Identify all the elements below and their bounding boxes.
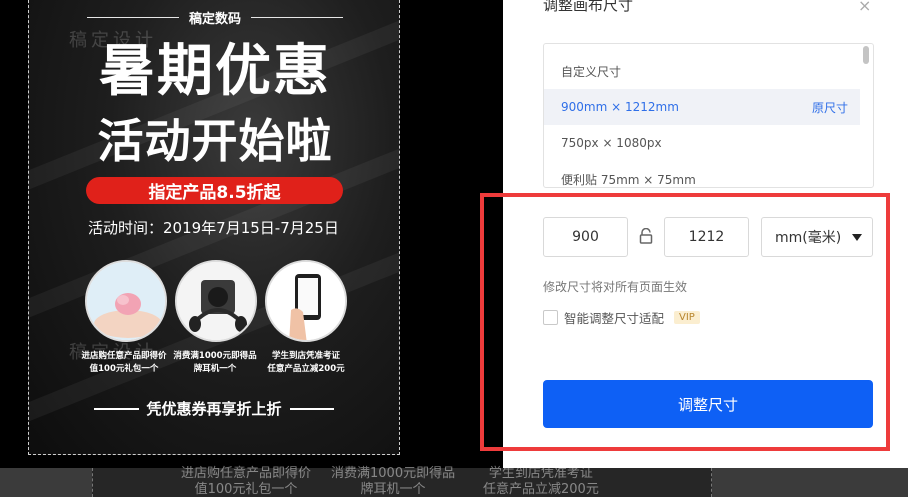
preset-sticky-note[interactable]: 便利贴 75mm × 75mm <box>544 161 860 187</box>
preset-750x1080[interactable]: 750px × 1080px <box>544 125 860 161</box>
editor-stage: 稿定数码 稿定设计 稿定设计 暑期优惠 活动开始啦 指定产品8.5折起 活动时间… <box>0 0 908 497</box>
ghost-caption-3: 学生到店凭准考证 任意产品立减200元 <box>483 466 599 497</box>
phone-image <box>265 260 347 342</box>
unit-select-value: mm(毫米) <box>775 230 842 246</box>
poster-captions: 进店购任意产品即得价 值100元礼包一个 消费满1000元即得品 牌耳机一个 学生到… <box>79 350 351 376</box>
poster-footer-row: 凭优惠券再享折上折 <box>94 398 335 419</box>
smart-fit-checkbox[interactable] <box>543 310 558 325</box>
vip-badge: VIP <box>674 311 700 324</box>
poster-brand: 稿定数码 <box>189 12 242 27</box>
caret-down-icon <box>852 234 862 241</box>
poster-title-line1: 暑期优惠 <box>99 39 331 104</box>
headphones-image <box>175 260 257 342</box>
height-input[interactable]: 1212 <box>664 217 749 257</box>
poster-title-line2: 活动开始啦 <box>97 114 333 168</box>
smart-fit-label[interactable]: 智能调整尺寸适配 <box>564 308 664 327</box>
preset-custom[interactable]: 自定义尺寸 <box>544 53 860 89</box>
size-preset-list[interactable]: 自定义尺寸 900mm × 1212mm 原尺寸 750px × 1080px … <box>543 43 874 188</box>
poster-date: 活动时间：2019年7月15日-7月25日 <box>88 219 339 237</box>
resize-canvas-dialog: 调整画布尺寸 × 自定义尺寸 900mm × 1212mm 原尺寸 750px … <box>503 0 908 468</box>
next-page-canvas[interactable]: 进店购任意产品即得价 值100元礼包一个 消费满1000元即得品 牌耳机一个 学生到… <box>92 466 712 497</box>
next-page-preview[interactable]: 进店购任意产品即得价 值100元礼包一个 消费满1000元即得品 牌耳机一个 学生到… <box>0 466 908 497</box>
list-scrollbar[interactable] <box>859 44 873 187</box>
original-size-tag: 原尺寸 <box>811 100 848 115</box>
gift-hands-image <box>85 260 167 342</box>
caption-2: 消费满1000元即得品 牌耳机一个 <box>173 351 257 374</box>
ghost-caption-2: 消费满1000元即得品 牌耳机一个 <box>331 466 456 497</box>
ghost-caption-1: 进店购任意产品即得价 值100元礼包一个 <box>181 466 312 497</box>
poster-discount-badge: 指定产品8.5折起 <box>86 177 343 204</box>
unit-select[interactable]: mm(毫米) <box>761 217 873 257</box>
resize-submit-button[interactable]: 调整尺寸 <box>543 380 873 428</box>
poster-brand-row: 稿定数码 <box>87 8 344 27</box>
preset-original[interactable]: 900mm × 1212mm 原尺寸 <box>544 89 860 125</box>
scrollbar-thumb[interactable] <box>863 46 869 64</box>
apply-hint: 修改尺寸将对所有页面生效 <box>543 280 688 294</box>
product-images <box>85 260 347 342</box>
poster-canvas[interactable]: 稿定数码 稿定设计 稿定设计 暑期优惠 活动开始啦 指定产品8.5折起 活动时间… <box>28 0 400 455</box>
dialog-title: 调整画布尺寸 <box>543 0 634 14</box>
poster-footer: 凭优惠券再享折上折 <box>146 400 282 418</box>
width-input[interactable]: 900 <box>543 217 628 257</box>
close-icon[interactable]: × <box>858 0 874 14</box>
caption-1: 进店购任意产品即得价 值100元礼包一个 <box>81 351 167 374</box>
smart-fit-row: 智能调整尺寸适配 VIP <box>543 308 700 327</box>
unlock-icon[interactable] <box>639 228 653 244</box>
caption-3: 学生到店凭准考证 任意产品立减200元 <box>267 351 345 374</box>
